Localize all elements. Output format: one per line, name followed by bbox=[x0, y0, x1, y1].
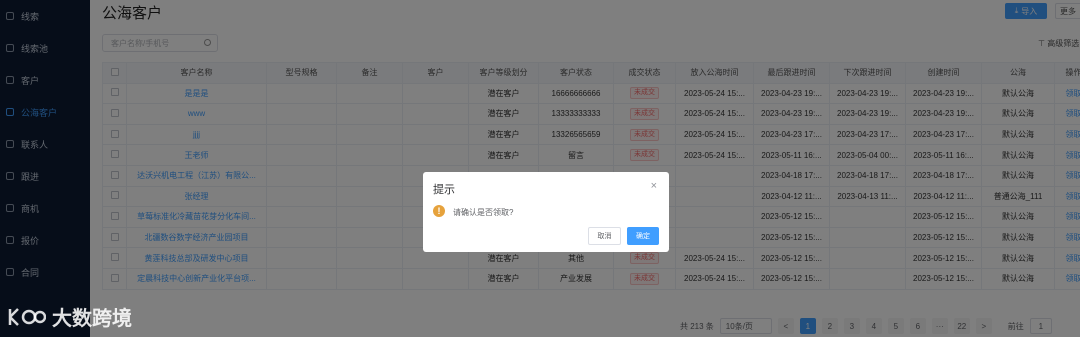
modal-overlay[interactable] bbox=[0, 0, 1080, 337]
confirm-dialog: 提示 × ! 请确认是否领取? 取消 确定 bbox=[423, 172, 669, 252]
watermark: 大数跨境 bbox=[6, 302, 132, 331]
watermark-text: 大数跨境 bbox=[52, 306, 132, 330]
watermark-logo-icon bbox=[8, 307, 46, 326]
dialog-title: 提示 bbox=[433, 184, 455, 196]
warning-icon: ! bbox=[433, 205, 445, 217]
cancel-button[interactable]: 取消 bbox=[588, 227, 621, 245]
close-icon[interactable]: × bbox=[651, 180, 657, 192]
dialog-message: 请确认是否领取? bbox=[453, 208, 514, 217]
confirm-button[interactable]: 确定 bbox=[627, 227, 659, 245]
